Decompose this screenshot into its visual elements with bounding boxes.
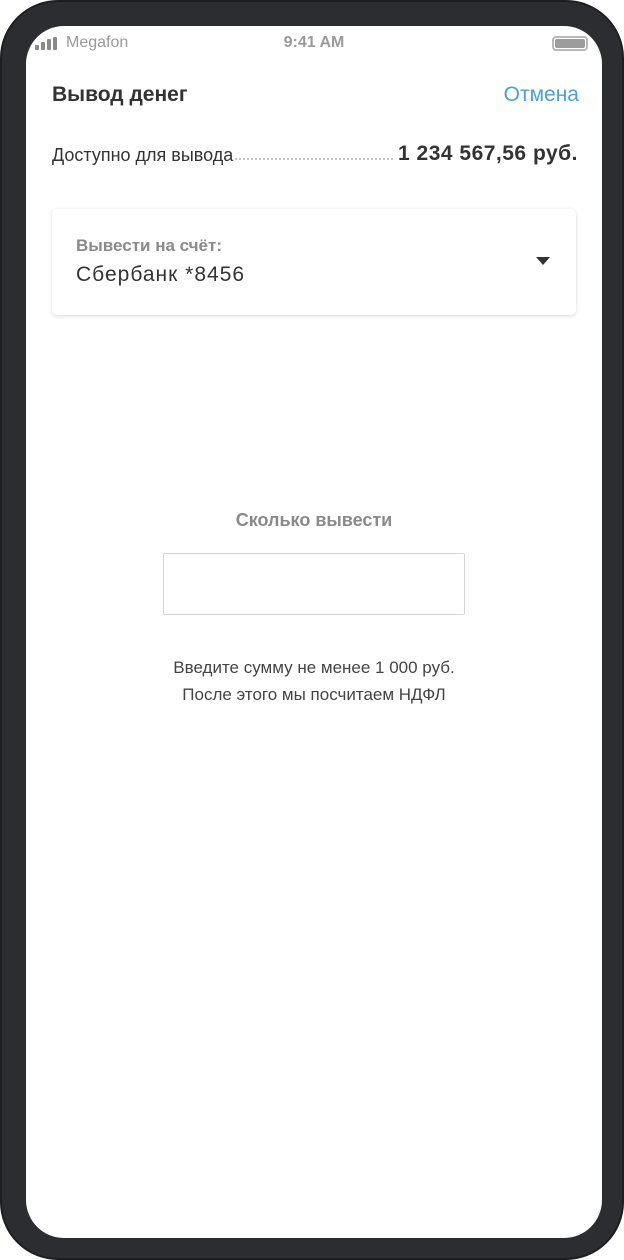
page-title: Вывод денег: [52, 83, 188, 106]
battery-icon: [552, 36, 588, 51]
screen: Megafon 9:41 AM Вывод денег Отмена Досту…: [26, 26, 602, 1238]
account-value: Сбербанк *8456: [76, 263, 246, 286]
amount-hint-line-1: Введите сумму не менее 1 000 руб.: [173, 658, 455, 677]
account-label: Вывести на счёт:: [76, 236, 222, 255]
amount-hint-line-2: После этого мы посчитаем НДФЛ: [182, 685, 446, 704]
available-amount: 1 234 567,56 руб.: [398, 142, 578, 165]
caret-down-icon[interactable]: [536, 257, 550, 265]
cancel-button[interactable]: Отмена: [504, 83, 579, 107]
amount-hint: Введите сумму не менее 1 000 руб. После …: [26, 654, 602, 708]
available-label: Доступно для вывода: [52, 145, 234, 165]
phone-frame: Megafon 9:41 AM Вывод денег Отмена Досту…: [0, 0, 624, 1260]
status-bar: Megafon 9:41 AM: [26, 26, 602, 62]
available-balance-row: Доступно для вывода 1 234 567,56 руб.: [52, 140, 578, 166]
dotted-leader: [235, 156, 393, 160]
status-time: 9:41 AM: [283, 34, 345, 51]
amount-input[interactable]: [163, 553, 465, 615]
account-select[interactable]: Вывести на счёт: Сбербанк *8456: [52, 209, 576, 315]
amount-label: Сколько вывести: [235, 510, 393, 530]
